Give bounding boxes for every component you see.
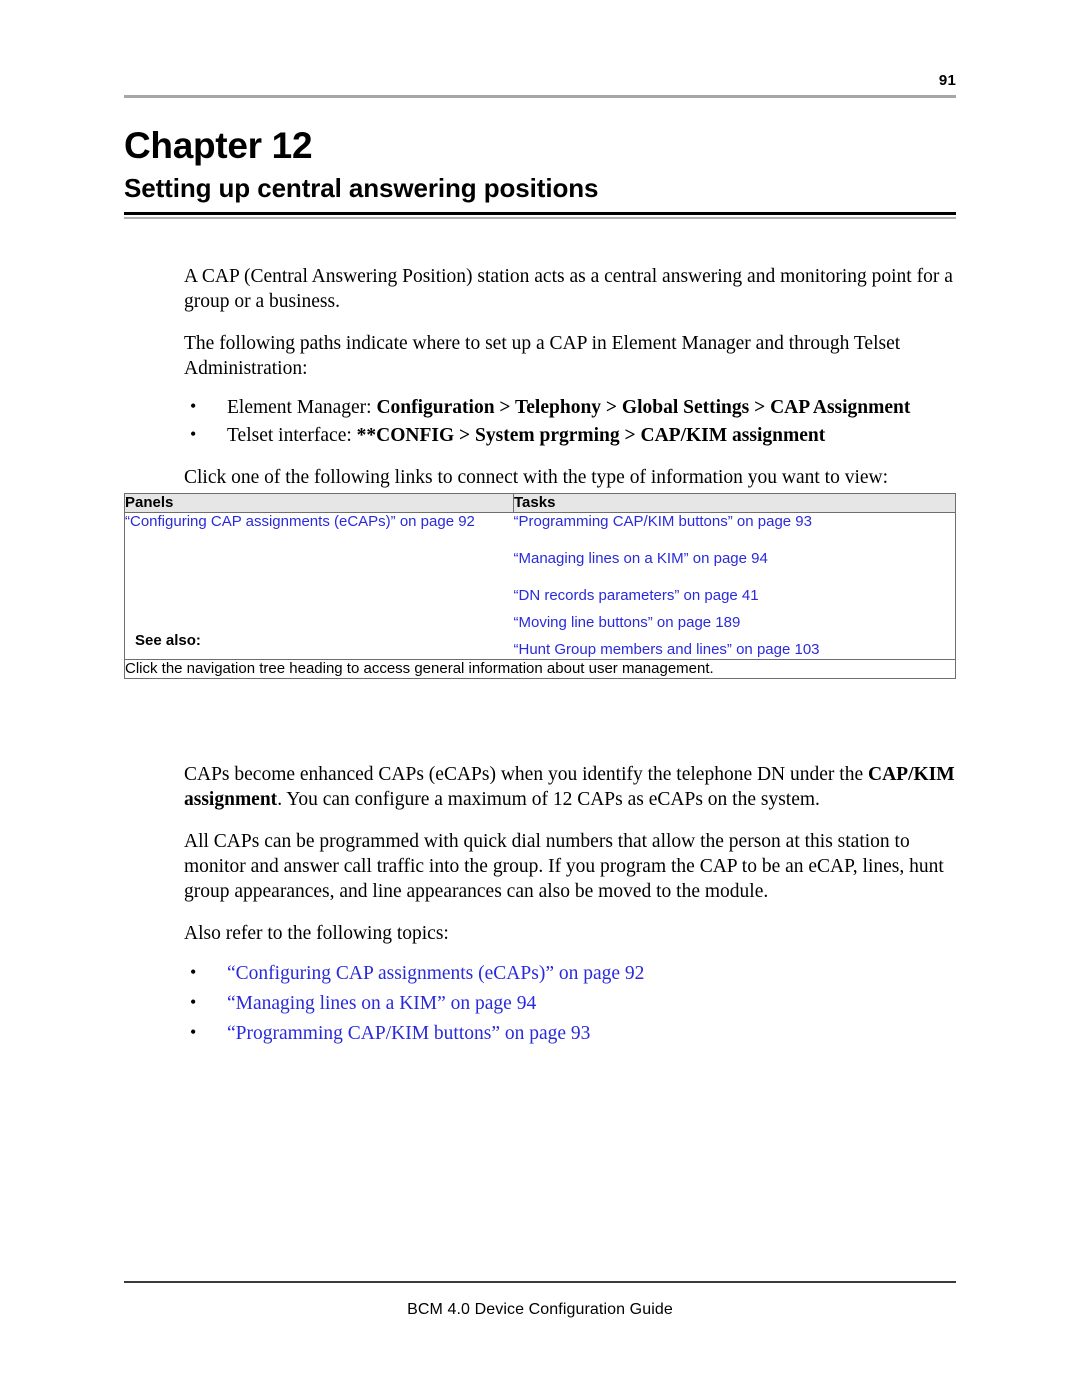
body-paragraph-1: CAPs become enhanced CAPs (eCAPs) when y…	[184, 762, 962, 812]
page-title: Setting up central answering positions	[124, 173, 599, 203]
footer-text: BCM 4.0 Device Configuration Guide	[407, 1301, 673, 1318]
topic-link-list: “Configuring CAP assignments (eCAPs)” on…	[184, 958, 962, 1048]
page-footer: BCM 4.0 Device Configuration Guide	[124, 1281, 956, 1320]
tasks-link[interactable]: “DN records parameters” on page 41	[514, 587, 956, 605]
tasks-link[interactable]: “Moving line buttons” on page 189	[514, 614, 956, 632]
see-also-label: See also:	[135, 632, 201, 649]
body-paragraph-1-b: . You can configure a maximum of 12 CAPs…	[277, 789, 820, 810]
links-table: Panels Tasks “Configuring CAP assignment…	[124, 493, 956, 679]
tasks-cell: “Programming CAP/KIM buttons” on page 93…	[513, 512, 956, 660]
document-page: 91 Chapter 12 Setting up central answeri…	[0, 0, 1080, 1397]
panels-cell: “Configuring CAP assignments (eCAPs)” on…	[125, 512, 514, 660]
body-paragraph-1-a: CAPs become enhanced CAPs (eCAPs) when y…	[184, 764, 868, 785]
header-rule	[124, 95, 956, 98]
list-item: “Managing lines on a KIM” on page 94	[184, 988, 962, 1018]
intro-paragraph-3: Click one of the following links to conn…	[184, 467, 889, 488]
body-paragraph-2: All CAPs can be programmed with quick di…	[184, 831, 944, 902]
list-item: Telset interface: **CONFIG > System prgr…	[184, 421, 956, 449]
page-number: 91	[938, 72, 956, 89]
intro-section: A CAP (Central Answering Position) stati…	[184, 264, 956, 507]
list-item: Element Manager: Configuration > Telepho…	[184, 393, 956, 421]
topic-link[interactable]: “Configuring CAP assignments (eCAPs)” on…	[227, 963, 644, 984]
path-prefix: Telset interface:	[227, 425, 357, 446]
tasks-link[interactable]: “Programming CAP/KIM buttons” on page 93	[514, 513, 956, 531]
chapter-title-block: Chapter 12 Setting up central answering …	[124, 124, 956, 219]
table-header-row: Panels Tasks	[125, 494, 955, 513]
list-item: “Configuring CAP assignments (eCAPs)” on…	[184, 958, 962, 988]
list-item: “Programming CAP/KIM buttons” on page 93	[184, 1018, 962, 1048]
path-prefix: Element Manager:	[227, 397, 377, 418]
body-section: CAPs become enhanced CAPs (eCAPs) when y…	[184, 762, 962, 1064]
page-header: 91	[124, 72, 956, 98]
intro-paragraph-2: The following paths indicate where to se…	[184, 333, 901, 379]
title-rule	[124, 212, 956, 215]
tasks-link[interactable]: “Managing lines on a KIM” on page 94	[514, 550, 956, 568]
column-header-panels: Panels	[125, 494, 514, 513]
table-footer-row: Click the navigation tree heading to acc…	[125, 659, 955, 678]
column-header-tasks: Tasks	[513, 494, 955, 513]
title-rule-secondary	[124, 217, 956, 219]
path-bullet-list: Element Manager: Configuration > Telepho…	[184, 393, 956, 449]
tasks-link[interactable]: “Hunt Group members and lines” on page 1…	[514, 641, 956, 659]
table: Panels Tasks “Configuring CAP assignment…	[125, 494, 955, 678]
topic-link[interactable]: “Managing lines on a KIM” on page 94	[227, 993, 536, 1014]
footer-rule	[124, 1281, 956, 1283]
table-row: “Configuring CAP assignments (eCAPs)” on…	[125, 512, 956, 660]
topic-link[interactable]: “Programming CAP/KIM buttons” on page 93	[227, 1023, 590, 1044]
path-value: **CONFIG > System prgrming > CAP/KIM ass…	[356, 425, 826, 446]
panels-link[interactable]: “Configuring CAP assignments (eCAPs)” on…	[125, 513, 514, 531]
chapter-label: Chapter 12	[124, 125, 313, 166]
table-footer-note: Click the navigation tree heading to acc…	[125, 659, 955, 678]
intro-paragraph-1: A CAP (Central Answering Position) stati…	[184, 266, 953, 312]
body-paragraph-3: Also refer to the following topics:	[184, 923, 449, 944]
path-value: Configuration > Telephony > Global Setti…	[376, 397, 911, 418]
